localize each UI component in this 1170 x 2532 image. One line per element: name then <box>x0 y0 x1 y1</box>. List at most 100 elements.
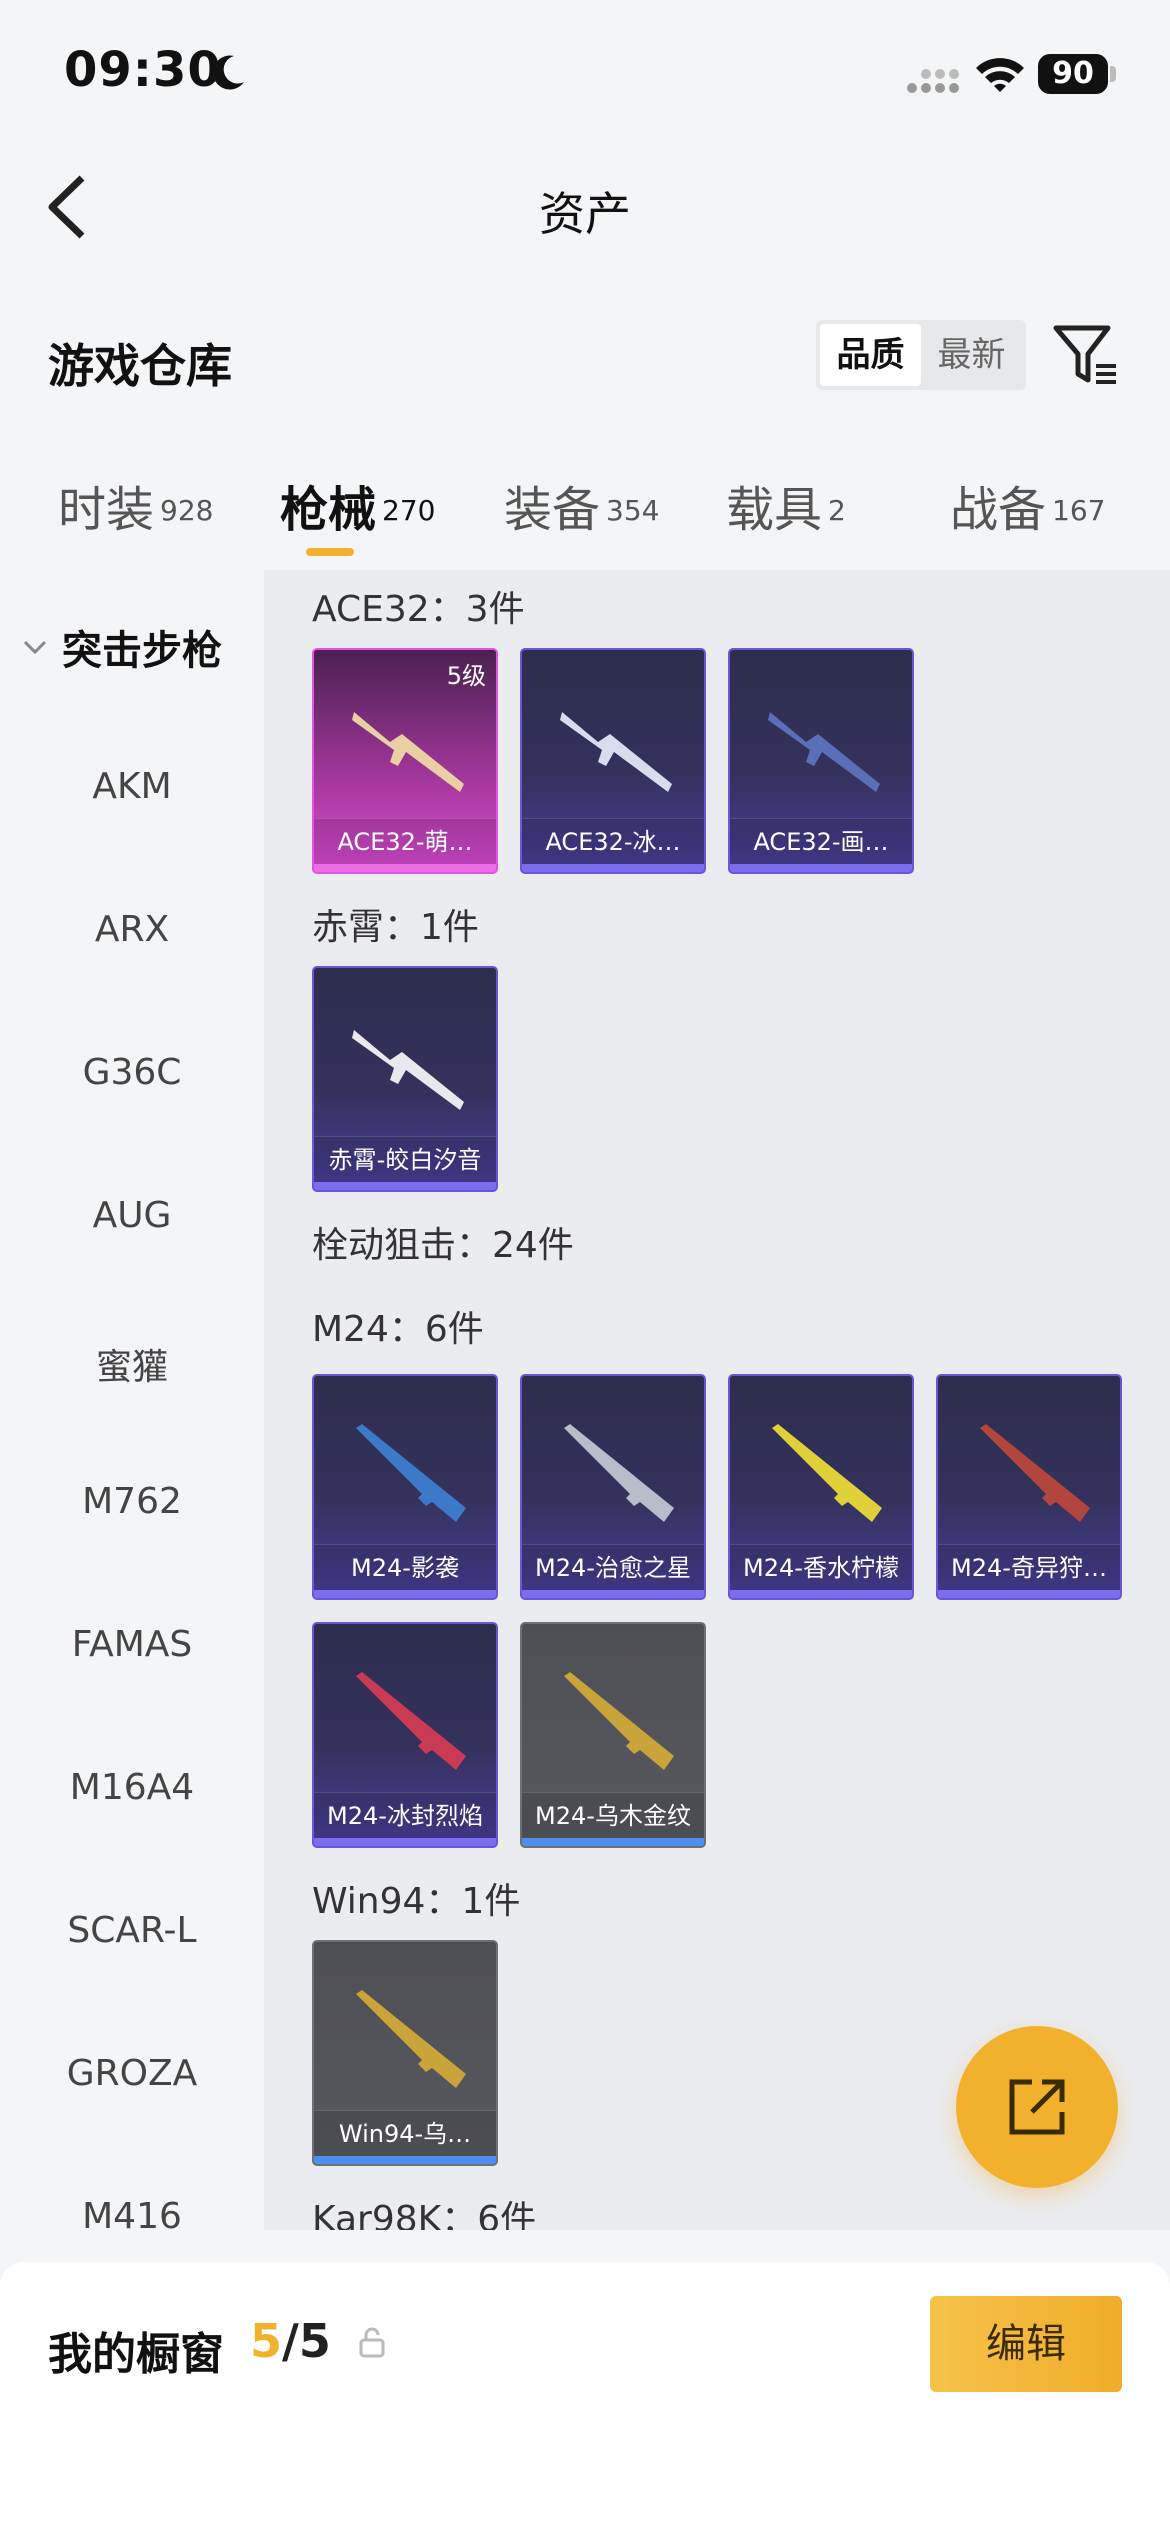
rarity-bar <box>314 1838 496 1846</box>
sidebar-item-groza[interactable]: GROZA <box>0 2053 264 2094</box>
group-title-m24: M24：6件 <box>312 1309 484 1350</box>
rarity-bar <box>730 1590 912 1598</box>
tab-vehicles[interactable]: 载具 2 <box>726 470 846 560</box>
sidebar-item-famas[interactable]: FAMAS <box>0 1624 264 1665</box>
lock-icon <box>359 2327 385 2358</box>
showcase-used: 5 <box>250 2314 283 2368</box>
skin-name: 赤霄-皎白汐音 <box>314 1136 496 1182</box>
tab-label: 载具 <box>726 482 823 538</box>
group-title-ace32: ACE32：3件 <box>312 589 525 630</box>
tab-count: 2 <box>828 493 846 527</box>
rifle-icon <box>352 712 464 792</box>
rarity-bar <box>522 1838 704 1846</box>
skin-name: Win94-乌… <box>314 2110 496 2156</box>
showcase-total: /5 <box>282 2314 331 2368</box>
sidebar-item-akm[interactable]: AKM <box>0 766 264 807</box>
status-bar: 09:30 90 <box>0 0 1170 150</box>
rarity-bar <box>730 864 912 872</box>
edit-button[interactable]: 编辑 <box>930 2296 1122 2392</box>
active-tab-indicator <box>306 548 354 556</box>
tab-count: 354 <box>606 493 660 527</box>
skin-card[interactable]: ACE32-画… <box>728 648 914 874</box>
skin-card[interactable]: M24-影袭 <box>312 1374 498 1600</box>
showcase-panel: 我的橱窗 5/5 编辑 <box>0 2262 1170 2532</box>
moon-icon <box>212 55 244 90</box>
rarity-bar <box>314 1590 496 1598</box>
sidebar-item-honey-badger[interactable]: 蜜獾 <box>0 1338 264 1390</box>
group-title-kar98k: Kar98K：6件 <box>312 2199 537 2230</box>
rarity-bar <box>938 1590 1120 1598</box>
battery-icon: 90 <box>1038 54 1108 94</box>
sidebar-item-g36c[interactable]: G36C <box>0 1052 264 1093</box>
sort-quality-button[interactable]: 品质 <box>820 324 921 386</box>
tab-count: 270 <box>382 493 436 527</box>
tab-equipment[interactable]: 装备 354 <box>504 470 659 560</box>
group-title-chixiao: 赤霄：1件 <box>312 907 479 948</box>
tab-label: 枪械 <box>280 482 377 538</box>
signal-icon <box>907 69 959 93</box>
rifle-icon <box>560 712 672 792</box>
skin-card[interactable]: ACE32-冰… <box>520 648 706 874</box>
rarity-bar <box>314 1182 496 1190</box>
warehouse-title: 游戏仓库 <box>48 339 232 393</box>
skin-list: ACE32：3件 5级 ACE32-萌… ACE32-冰… ACE32-画… 赤… <box>264 570 1170 2230</box>
tab-label: 装备 <box>504 482 601 538</box>
sidebar-item-m16a4[interactable]: M16A4 <box>0 1767 264 1808</box>
sniper-rifle-icon <box>564 1424 674 1522</box>
tab-fashion[interactable]: 时装 928 <box>58 470 213 560</box>
tab-count: 167 <box>1052 493 1106 527</box>
wifi-icon <box>976 58 1024 92</box>
status-time: 09:30 <box>64 42 222 98</box>
sort-newest-button[interactable]: 最新 <box>921 324 1022 386</box>
skin-card[interactable]: M24-乌木金纹 <box>520 1622 706 1848</box>
sidebar-group-label: 突击步枪 <box>62 628 222 674</box>
sniper-rifle-icon <box>772 1424 882 1522</box>
battery-tip <box>1110 66 1116 82</box>
share-button[interactable] <box>956 2026 1118 2188</box>
sniper-rifle-icon <box>564 1672 674 1770</box>
skin-card[interactable]: 赤霄-皎白汐音 <box>312 966 498 1192</box>
skin-name: M24-香水柠檬 <box>730 1544 912 1590</box>
skin-name: ACE32-画… <box>730 818 912 864</box>
tab-firearms[interactable]: 枪械 270 <box>280 470 435 560</box>
sniper-rifle-icon <box>356 1990 466 2088</box>
skin-name: ACE32-冰… <box>522 818 704 864</box>
filter-icon[interactable] <box>1052 322 1118 388</box>
skin-name: M24-冰封烈焰 <box>314 1792 496 1838</box>
tab-label: 战备 <box>950 482 1047 538</box>
rarity-bar <box>522 1590 704 1598</box>
tab-count: 928 <box>160 493 214 527</box>
rarity-bar <box>314 864 496 872</box>
skin-card[interactable]: M24-治愈之星 <box>520 1374 706 1600</box>
skin-card[interactable]: M24-奇异狩… <box>936 1374 1122 1600</box>
sidebar-group-assault-rifles[interactable]: 突击步枪 <box>22 618 222 676</box>
skin-card[interactable]: M24-香水柠檬 <box>728 1374 914 1600</box>
rifle-icon <box>352 1030 464 1110</box>
page-title: 资产 <box>539 187 631 241</box>
skin-name: M24-治愈之星 <box>522 1544 704 1590</box>
sidebar-item-arx[interactable]: ARX <box>0 909 264 950</box>
showcase-count: 5/5 <box>250 2314 331 2368</box>
group-title-win94: Win94：1件 <box>312 1881 521 1922</box>
sidebar-item-m762[interactable]: M762 <box>0 1481 264 1522</box>
group-title-bolt-action: 栓动狙击：24件 <box>312 1225 574 1266</box>
tab-label: 时装 <box>58 482 155 538</box>
skin-card[interactable]: 5级 ACE32-萌… <box>312 648 498 874</box>
skin-name: M24-影袭 <box>314 1544 496 1590</box>
sort-toggle: 品质 最新 <box>816 320 1026 390</box>
skin-card[interactable]: M24-冰封烈焰 <box>312 1622 498 1848</box>
tab-battle-gear[interactable]: 战备 167 <box>950 470 1105 560</box>
showcase-label: 我的橱窗 <box>48 2329 224 2380</box>
chevron-down-icon <box>23 640 47 655</box>
skin-name: M24-乌木金纹 <box>522 1792 704 1838</box>
weapon-sidebar: 突击步枪 AKM ARX G36C AUG 蜜獾 M762 FAMAS M16A… <box>0 570 264 2230</box>
sidebar-item-aug[interactable]: AUG <box>0 1195 264 1236</box>
rarity-bar <box>522 864 704 872</box>
skin-card[interactable]: Win94-乌… <box>312 1940 498 2166</box>
external-link-icon <box>1009 2079 1065 2135</box>
skin-name: M24-奇异狩… <box>938 1544 1120 1590</box>
sidebar-item-scar-l[interactable]: SCAR-L <box>0 1910 264 1951</box>
skin-name: ACE32-萌… <box>314 818 496 864</box>
rarity-bar <box>314 2156 496 2164</box>
sidebar-item-m416[interactable]: M416 <box>0 2196 264 2230</box>
